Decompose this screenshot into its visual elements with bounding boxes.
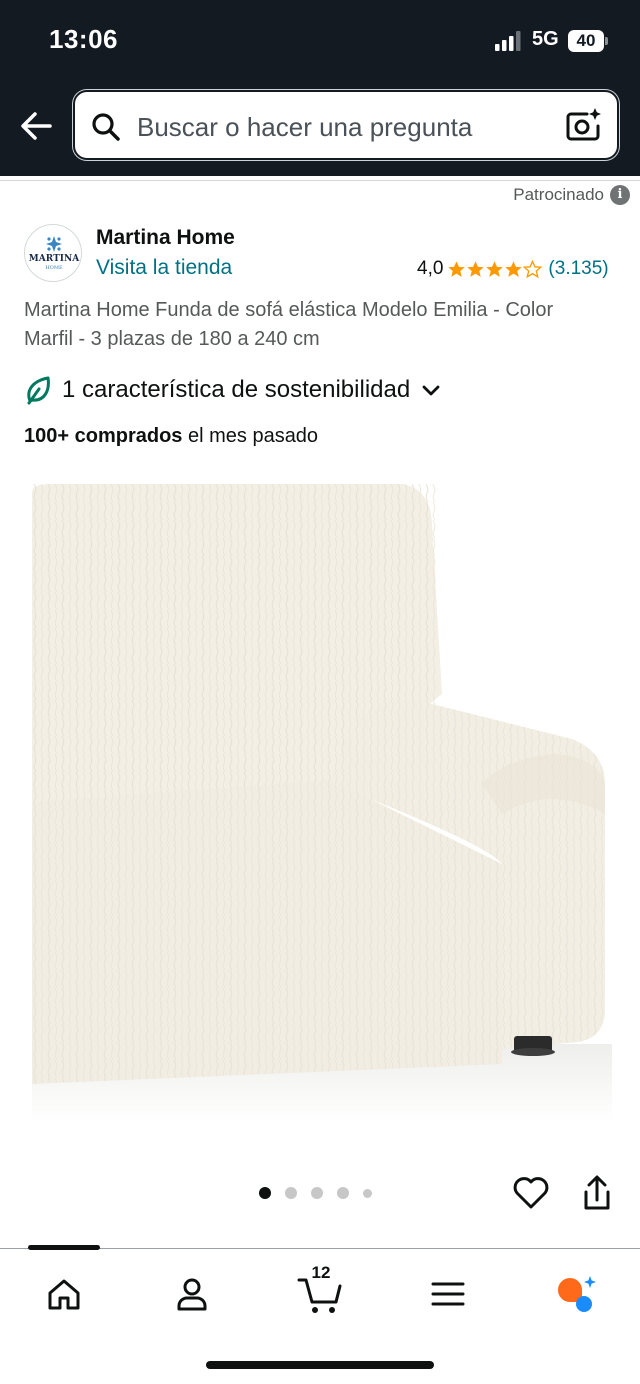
- top-header: 13:06 5G 40 Buscar o hacer una pregunta: [0, 0, 640, 176]
- status-time: 13:06: [49, 24, 118, 54]
- product-title: Martina Home Funda de sofá elástica Mode…: [24, 299, 554, 350]
- visit-store-link[interactable]: Visita la tienda: [96, 256, 232, 280]
- home-indicator: [206, 1361, 434, 1369]
- sustainability-row[interactable]: 1 característica de sostenibilidad: [24, 375, 442, 405]
- sponsored-label[interactable]: Patrocinado i: [513, 185, 630, 205]
- menu-icon: [431, 1282, 465, 1306]
- rating-value: 4,0: [417, 258, 444, 279]
- brand-logo[interactable]: MARTINA HOME: [24, 224, 82, 282]
- star-filled-icon: [467, 260, 485, 277]
- brand-logo-subtext: HOME: [45, 265, 63, 271]
- pagination-dot[interactable]: [363, 1188, 372, 1198]
- battery-tip: [605, 37, 608, 45]
- active-tab-indicator: [28, 1245, 100, 1250]
- nav-home[interactable]: [34, 1271, 94, 1317]
- nav-cart[interactable]: 12: [290, 1263, 350, 1317]
- share-icon[interactable]: [578, 1174, 616, 1214]
- info-icon[interactable]: i: [610, 185, 630, 205]
- search-bar[interactable]: Buscar o hacer una pregunta: [73, 90, 619, 160]
- star-filled-icon: [486, 260, 504, 277]
- star-filled-icon: [448, 260, 466, 277]
- cart-count: 12: [311, 1263, 331, 1282]
- star-filled-icon: [505, 260, 523, 277]
- battery-level: 40: [568, 30, 604, 52]
- leaf-icon: [27, 376, 50, 405]
- star-rating: [447, 259, 543, 279]
- signal-icon: [495, 31, 521, 51]
- nav-assistant[interactable]: [546, 1271, 606, 1317]
- search-icon: [92, 113, 120, 141]
- brand-logo-text: MARTINA: [29, 254, 80, 264]
- nav-account[interactable]: [162, 1271, 222, 1317]
- pagination-dot[interactable]: [337, 1187, 349, 1199]
- camera-lens-icon[interactable]: [565, 106, 603, 144]
- network-type: 5G: [532, 28, 559, 50]
- nav-menu[interactable]: [418, 1271, 478, 1317]
- brand-logo-mark: MARTINA HOME: [29, 236, 80, 271]
- star-empty-icon: [523, 259, 543, 278]
- pagination-dot-active[interactable]: [259, 1187, 271, 1199]
- purchase-count-rest: el mes pasado: [182, 425, 319, 447]
- brand-name: Martina Home: [96, 226, 235, 249]
- pagination-dot[interactable]: [311, 1187, 323, 1199]
- product-image[interactable]: [32, 484, 612, 1124]
- purchase-count-strong: 100+ comprados: [24, 425, 183, 447]
- home-icon: [48, 1279, 80, 1310]
- bottom-navigation: 12: [0, 1245, 640, 1384]
- person-icon: [177, 1278, 207, 1311]
- search-input[interactable]: Buscar o hacer una pregunta: [137, 112, 472, 143]
- image-pagination[interactable]: [259, 1187, 372, 1199]
- battery-indicator: 40: [568, 30, 608, 52]
- purchase-count: 100+ comprados el mes pasado: [24, 425, 318, 448]
- assistant-icon: [558, 1276, 596, 1312]
- heart-icon[interactable]: [512, 1174, 550, 1212]
- arrow-left-icon[interactable]: [16, 106, 56, 146]
- rating-count[interactable]: (3.135): [548, 258, 608, 280]
- status-bar: 13:06 5G 40: [0, 0, 640, 82]
- pagination-dot[interactable]: [285, 1187, 297, 1199]
- sustainability-text: 1 característica de sostenibilidad: [62, 376, 411, 403]
- rating-summary[interactable]: 4,0 (3.135): [417, 258, 609, 280]
- header-divider: [0, 180, 640, 181]
- sponsored-text: Patrocinado: [513, 185, 604, 204]
- chevron-down-icon: [422, 385, 440, 396]
